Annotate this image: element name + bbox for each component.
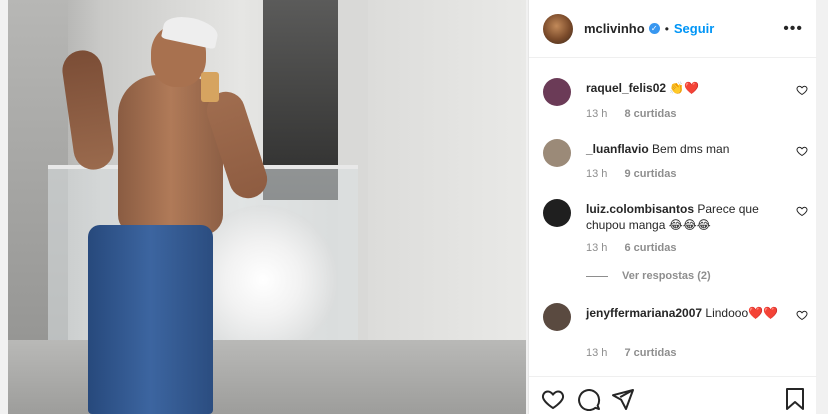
comment-likes[interactable]: 6 curtidas: [624, 242, 676, 254]
comment-like-heart-icon[interactable]: [796, 145, 808, 157]
comment-body: _luanflavio Bem dms man: [586, 141, 786, 157]
commenter-avatar[interactable]: [543, 139, 571, 167]
comment-meta: 13 h 7 curtidas: [586, 347, 690, 359]
comment-body: raquel_felis02 👏❤️: [586, 80, 786, 96]
view-replies-label: Ver respostas (2): [622, 270, 711, 282]
comment-body: jenyffermariana2007 Lindooo❤️❤️: [586, 305, 786, 321]
header-separator: •: [664, 21, 669, 36]
comment-body: luiz.colombisantos Parece que chupou man…: [586, 201, 786, 233]
comment-like-heart-icon[interactable]: [796, 84, 808, 96]
comment-likes[interactable]: 7 curtidas: [624, 347, 676, 359]
comment-username[interactable]: jenyffermariana2007: [586, 306, 702, 320]
bookmark-icon[interactable]: [783, 387, 807, 411]
comment-time: 13 h: [586, 347, 608, 359]
verified-badge-icon: ✓: [648, 23, 660, 34]
comment-likes[interactable]: 9 curtidas: [624, 168, 676, 180]
comment-time: 13 h: [586, 242, 608, 254]
comment-text: Bem dms man: [652, 142, 730, 156]
comment-meta: 13 h 6 curtidas: [586, 242, 690, 254]
view-replies-button[interactable]: Ver respostas (2): [586, 270, 711, 282]
commenter-avatar[interactable]: [543, 78, 571, 106]
more-options-icon[interactable]: •••: [783, 20, 803, 38]
comments-list[interactable]: raquel_felis02 👏❤️ 13 h 8 curtidas _luan…: [529, 58, 817, 376]
comment-text: Lindooo❤️❤️: [705, 306, 779, 320]
photo-person: [59, 10, 278, 414]
share-icon[interactable]: [611, 387, 635, 411]
photo-person-jeans: [88, 225, 213, 414]
post-photo[interactable]: [8, 0, 526, 414]
author-avatar[interactable]: [543, 13, 573, 44]
comment-meta: 13 h 8 curtidas: [586, 108, 690, 120]
comment-meta: 13 h 9 curtidas: [586, 168, 690, 180]
post-side-panel: mclivinho ✓ • Seguir ••• raquel_felis02 …: [528, 0, 817, 414]
photo-person-arm-left: [59, 47, 117, 173]
comment-like-heart-icon[interactable]: [796, 205, 808, 217]
commenter-avatar[interactable]: [543, 303, 571, 331]
comment-text: 👏❤️: [669, 81, 700, 95]
comment-likes[interactable]: 8 curtidas: [624, 108, 676, 120]
post-header: mclivinho ✓ • Seguir •••: [529, 0, 817, 58]
comment-username[interactable]: raquel_felis02: [586, 81, 666, 95]
commenter-avatar[interactable]: [543, 199, 571, 227]
replies-divider: [586, 275, 608, 277]
heart-icon[interactable]: [541, 387, 565, 411]
follow-button[interactable]: Seguir: [674, 21, 714, 36]
comment-like-heart-icon[interactable]: [796, 309, 808, 321]
photo-phone: [201, 72, 219, 102]
instagram-post-viewer: mclivinho ✓ • Seguir ••• raquel_felis02 …: [0, 0, 828, 414]
author-username[interactable]: mclivinho: [584, 21, 645, 36]
comment-username[interactable]: _luanflavio: [586, 142, 649, 156]
comment-username[interactable]: luiz.colombisantos: [586, 202, 694, 216]
comment-time: 13 h: [586, 108, 608, 120]
comment-icon[interactable]: [577, 387, 601, 411]
comment-time: 13 h: [586, 168, 608, 180]
post-actions-bar: [529, 376, 817, 414]
